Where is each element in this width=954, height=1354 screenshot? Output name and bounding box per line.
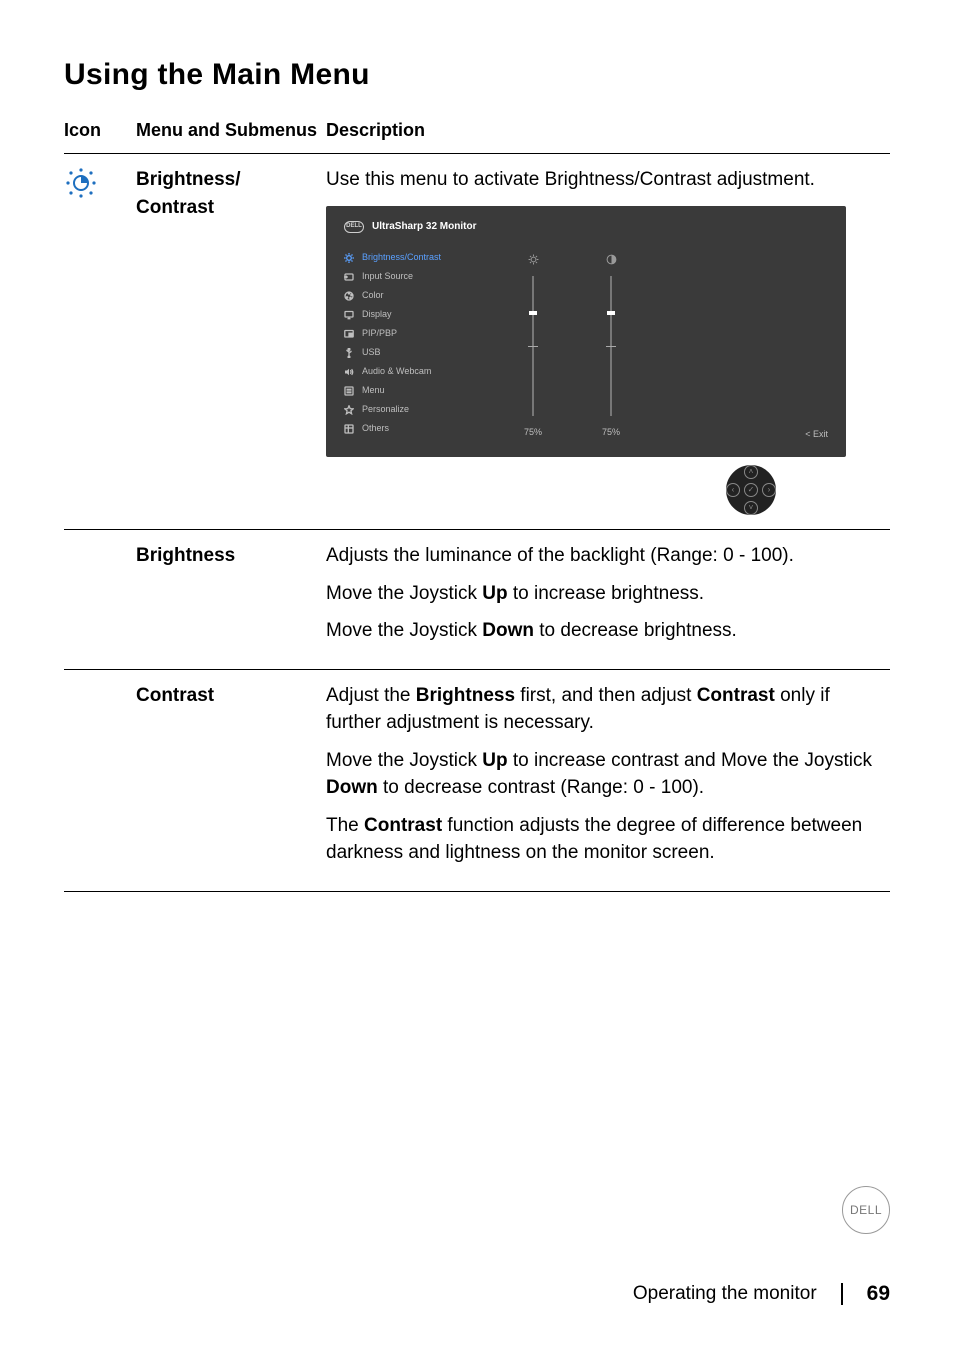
- desc-contrast-1: Adjust the Brightness first, and then ad…: [326, 682, 882, 737]
- page-footer: Operating the monitor 69: [633, 1282, 890, 1306]
- table-row: Brightness Adjusts the luminance of the …: [64, 530, 890, 670]
- osd-contrast-slider: 75%: [602, 254, 620, 439]
- footer-page-number: 69: [867, 1282, 890, 1306]
- page-title: Using the Main Menu: [64, 58, 890, 92]
- osd-title: UltraSharp 32 Monitor: [372, 220, 476, 235]
- osd-menu-item: Personalize: [344, 400, 494, 419]
- osd-menu-item: USB: [344, 343, 494, 362]
- chevron-down-icon: ˅: [744, 501, 758, 515]
- desc-contrast-2: Move the Joystick Up to increase contras…: [326, 747, 882, 802]
- col-header-icon: Icon: [64, 112, 136, 154]
- main-menu-table: Icon Menu and Submenus Description: [64, 112, 890, 892]
- osd-exit-label: < Exit: [805, 428, 828, 441]
- desc-brightness-2: Move the Joystick Up to increase brightn…: [326, 580, 882, 608]
- audio-icon: [344, 367, 354, 377]
- joystick-icon: ˄ ˅ ‹ › ✓: [726, 465, 776, 515]
- osd-menu-item: PIP/PBP: [344, 324, 494, 343]
- table-row: Contrast Adjust the Brightness first, an…: [64, 669, 890, 891]
- osd-menu-label: Menu: [362, 384, 385, 397]
- menu-brightness: Brightness: [136, 530, 326, 670]
- osd-menu-list: Brightness/Contrast Input Source Color D…: [344, 248, 494, 439]
- others-icon: [344, 424, 354, 434]
- menu-contrast: Contrast: [136, 669, 326, 891]
- osd-menu-label: Brightness/Contrast: [362, 251, 441, 264]
- osd-menu-label: Audio & Webcam: [362, 365, 431, 378]
- osd-menu-label: PIP/PBP: [362, 327, 397, 340]
- contrast-circle-icon: [606, 254, 617, 266]
- chevron-left-icon: ‹: [726, 483, 740, 497]
- table-row: Brightness/ Contrast Use this menu to ac…: [64, 154, 890, 530]
- chevron-up-icon: ˄: [744, 465, 758, 479]
- footer-separator: [841, 1283, 843, 1305]
- dell-badge-icon: DELL: [842, 1186, 890, 1234]
- desc-contrast-3: The Contrast function adjusts the degree…: [326, 812, 882, 867]
- chevron-right-icon: ›: [762, 483, 776, 497]
- desc-brightness-1: Adjusts the luminance of the backlight (…: [326, 542, 882, 570]
- sun-outline-icon: [528, 254, 539, 266]
- osd-menu-label: Color: [362, 289, 384, 302]
- star-icon: [344, 405, 354, 415]
- pip-icon: [344, 329, 354, 339]
- osd-menu-item: Brightness/Contrast: [344, 248, 494, 267]
- osd-menu-label: USB: [362, 346, 381, 359]
- desc-brightness-3: Move the Joystick Down to decrease brigh…: [326, 617, 882, 645]
- osd-menu-item: Color: [344, 286, 494, 305]
- display-icon: [344, 310, 354, 320]
- osd-menu-label: Personalize: [362, 403, 409, 416]
- osd-menu-item: Others: [344, 419, 494, 438]
- footer-section: Operating the monitor: [633, 1283, 817, 1305]
- osd-menu-item: Audio & Webcam: [344, 362, 494, 381]
- color-icon: [344, 291, 354, 301]
- check-icon: ✓: [744, 483, 758, 497]
- osd-menu-label: Input Source: [362, 270, 413, 283]
- col-header-desc: Description: [326, 112, 890, 154]
- col-header-menu: Menu and Submenus: [136, 112, 326, 154]
- brightness-contrast-icon: [64, 184, 98, 205]
- osd-brightness-value: 75%: [524, 426, 542, 439]
- osd-brightness-slider: 75%: [524, 254, 542, 439]
- sun-icon: [344, 253, 354, 263]
- osd-menu-item: Input Source: [344, 267, 494, 286]
- dell-logo-icon: DELL: [344, 221, 364, 233]
- osd-screenshot: DELL UltraSharp 32 Monitor Brightness/Co…: [326, 206, 846, 458]
- osd-menu-label: Others: [362, 422, 389, 435]
- menu-brightness-contrast: Brightness/ Contrast: [136, 154, 326, 530]
- osd-menu-item: Menu: [344, 381, 494, 400]
- osd-menu-label: Display: [362, 308, 392, 321]
- input-icon: [344, 272, 354, 282]
- osd-menu-item: Display: [344, 305, 494, 324]
- osd-contrast-value: 75%: [602, 426, 620, 439]
- usb-icon: [344, 348, 354, 358]
- desc-brightness-contrast-intro: Use this menu to activate Brightness/Con…: [326, 166, 882, 194]
- menu-icon: [344, 386, 354, 396]
